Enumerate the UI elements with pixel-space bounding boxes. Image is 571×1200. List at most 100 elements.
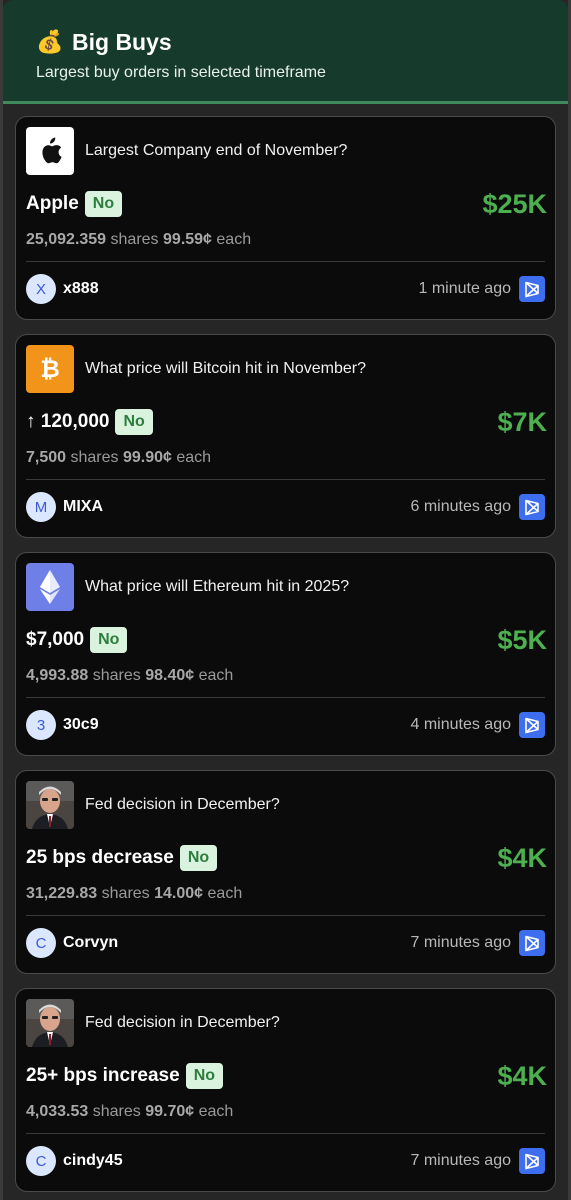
title-row: 💰 Big Buys [36,26,568,58]
trade-card[interactable]: ₿ What price will Bitcoin hit in Novembe… [15,334,556,538]
market-row: Fed decision in December? [26,781,545,829]
avatar[interactable]: C [26,928,56,958]
username[interactable]: 30c9 [63,716,99,734]
outcome-label: ↑ 120,000 [26,411,110,432]
market-question[interactable]: Fed decision in December? [85,1014,280,1032]
side-badge: No [179,845,218,871]
ethereum-logo-icon [26,563,74,611]
market-question[interactable]: Fed decision in December? [85,796,280,814]
polymarket-link-button[interactable] [519,930,545,956]
panel-subtitle: Largest buy orders in selected timeframe [36,64,326,81]
share-price: 98.40¢ [145,667,195,684]
trade-card[interactable]: Fed decision in December? 25 bps decreas… [15,770,556,974]
trade-card[interactable]: What price will Ethereum hit in 2025? $7… [15,552,556,756]
polymarket-link-button[interactable] [519,1148,545,1174]
trade-footer: C cindy45 7 minutes ago [26,1134,545,1188]
shares-word: shares [110,231,159,248]
side-badge: No [84,191,123,217]
username[interactable]: cindy45 [63,1152,123,1170]
username[interactable]: MIXA [63,498,103,516]
polymarket-icon [525,1153,539,1169]
outcome-row: $7,000 No $5K [26,623,547,657]
outcome-group: ↑ 120,000 No [26,409,153,435]
outcome-group: 25 bps decrease No [26,845,218,871]
trader[interactable]: C Corvyn [26,928,118,958]
shares-info: 4,033.53 shares 99.70¢ each [26,1103,545,1121]
market-row: What price will Ethereum hit in 2025? [26,563,545,611]
avatar[interactable]: 3 [26,710,56,740]
big-buys-panel: 💰 Big Buys Largest buy orders in selecte… [0,0,571,1200]
trade-amount: $4K [497,842,547,873]
each-word: each [207,885,243,902]
polymarket-icon [525,281,539,297]
trade-footer: M MIXA 6 minutes ago [26,480,545,534]
outcome-label: 25+ bps increase [26,1065,180,1086]
market-question[interactable]: What price will Ethereum hit in 2025? [85,578,349,596]
polymarket-link-button[interactable] [519,276,545,302]
outcome-row: 25+ bps increase No $4K [26,1059,547,1093]
outcome-group: $7,000 No [26,627,128,653]
each-word: each [198,667,234,684]
avatar[interactable]: X [26,274,56,304]
apple-logo-icon [26,127,74,175]
username[interactable]: x888 [63,280,99,298]
footer-right: 7 minutes ago [410,1148,545,1174]
timestamp: 7 minutes ago [410,1152,511,1169]
polymarket-link-button[interactable] [519,494,545,520]
panel-header: 💰 Big Buys Largest buy orders in selecte… [3,0,568,104]
trade-card[interactable]: Largest Company end of November? Apple N… [15,116,556,320]
share-count: 7,500 [26,449,67,466]
svg-text:₿: ₿ [40,355,60,383]
trade-list: Largest Company end of November? Apple N… [3,104,568,1192]
footer-right: 6 minutes ago [410,494,545,520]
each-word: each [216,231,252,248]
avatar[interactable]: C [26,1146,56,1176]
shares-info: 4,993.88 shares 98.40¢ each [26,667,545,685]
polymarket-link-button[interactable] [519,712,545,738]
market-row: Largest Company end of November? [26,127,545,175]
trade-card[interactable]: Fed decision in December? 25+ bps increa… [15,988,556,1192]
trader[interactable]: M MIXA [26,492,103,522]
shares-info: 31,229.83 shares 14.00¢ each [26,885,545,903]
shares-word: shares [70,449,119,466]
side-badge: No [115,409,153,435]
timestamp: 6 minutes ago [410,498,511,515]
share-price: 14.00¢ [154,885,204,902]
market-question[interactable]: What price will Bitcoin hit in November? [85,360,366,378]
trade-amount: $7K [497,406,547,437]
shares-info: 7,500 shares 99.90¢ each [26,449,545,467]
shares-word: shares [92,667,141,684]
outcome-row: 25 bps decrease No $4K [26,841,547,875]
share-price: 99.59¢ [163,231,212,248]
trader[interactable]: C cindy45 [26,1146,123,1176]
share-price: 99.70¢ [145,1103,195,1120]
shares-word: shares [101,885,150,902]
share-price: 99.90¢ [122,449,172,466]
side-badge: No [90,627,128,653]
outcome-row: ↑ 120,000 No $7K [26,405,547,439]
share-count: 4,993.88 [26,667,89,684]
trade-footer: X x888 1 minute ago [26,262,545,316]
trade-amount: $25K [482,188,547,219]
market-question[interactable]: Largest Company end of November? [85,142,347,160]
outcome-label: $7,000 [26,629,85,650]
money-bag-icon: 💰 [36,29,64,54]
side-badge: No [185,1063,224,1089]
market-row: ₿ What price will Bitcoin hit in Novembe… [26,345,545,393]
fed-chair-portrait [26,999,74,1047]
polymarket-icon [525,717,539,733]
trade-amount: $4K [497,1060,547,1091]
share-count: 25,092.359 [26,231,107,248]
timestamp: 1 minute ago [418,280,511,297]
username[interactable]: Corvyn [63,934,118,952]
avatar[interactable]: M [26,492,56,522]
timestamp: 4 minutes ago [410,716,511,733]
trader[interactable]: X x888 [26,274,99,304]
trader[interactable]: 3 30c9 [26,710,99,740]
trade-amount: $5K [497,624,547,655]
outcome-row: Apple No $25K [26,187,547,221]
shares-word: shares [92,1103,141,1120]
timestamp: 7 minutes ago [410,934,511,951]
fed-chair-portrait [26,781,74,829]
polymarket-icon [525,935,539,951]
